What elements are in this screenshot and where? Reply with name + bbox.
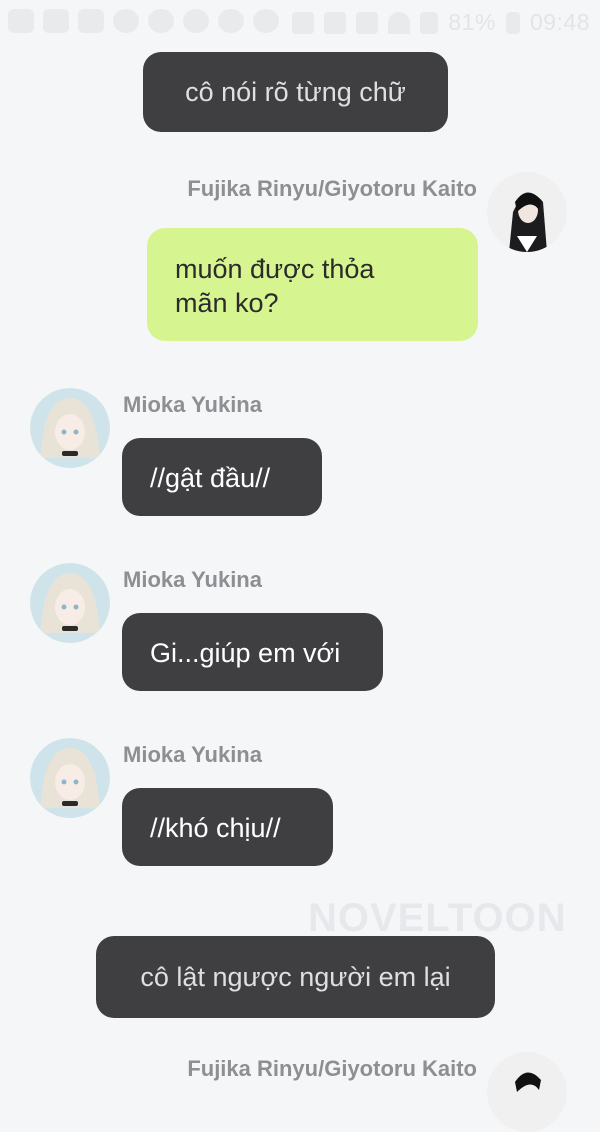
mute-icon bbox=[324, 11, 347, 34]
incoming-bubble: //gật đầu// bbox=[122, 438, 322, 516]
avatar[interactable] bbox=[487, 1052, 567, 1132]
message-text: cô nói rõ từng chữ bbox=[185, 77, 406, 107]
alarm-icon bbox=[356, 11, 379, 34]
sender-name: Fujika Rinyu/Giyotoru Kaito bbox=[187, 1056, 477, 1081]
avatar[interactable] bbox=[30, 563, 110, 643]
lock-icon bbox=[292, 11, 315, 34]
calendar-icon bbox=[43, 9, 69, 33]
app-icon bbox=[253, 9, 279, 33]
avatar[interactable] bbox=[30, 738, 110, 818]
avatar-image bbox=[30, 738, 110, 818]
status-bar: 81% 09:48 bbox=[0, 0, 600, 44]
narration-bubble: cô nói rõ từng chữ bbox=[143, 52, 448, 132]
clock: 09:48 bbox=[529, 9, 590, 35]
notification-icons bbox=[8, 9, 279, 33]
incoming-bubble: //khó chịu// bbox=[122, 788, 333, 866]
avatar[interactable] bbox=[30, 388, 110, 468]
message-text: cô lật ngược người em lại bbox=[140, 962, 451, 992]
outgoing-bubble: muốn được thỏa mãn ko? bbox=[147, 228, 478, 341]
sender-name: Fujika Rinyu/Giyotoru Kaito bbox=[187, 176, 477, 201]
wifi-icon bbox=[388, 11, 411, 34]
incoming-bubble: Gi...giúp em với bbox=[122, 613, 383, 691]
sender-name: Mioka Yukina bbox=[123, 392, 262, 417]
chat-icon bbox=[78, 9, 104, 33]
message-text: Gi...giúp em với bbox=[150, 638, 341, 668]
watermark: NOVELTOON bbox=[308, 896, 567, 940]
battery-icon bbox=[505, 11, 520, 34]
message-text: muốn được thỏa mãn ko? bbox=[175, 254, 375, 318]
avatar-image bbox=[487, 1052, 567, 1132]
sender-name: Mioka Yukina bbox=[123, 567, 262, 592]
message-icon bbox=[8, 9, 34, 33]
avatar-image bbox=[487, 172, 567, 252]
narration-bubble: cô lật ngược người em lại bbox=[96, 936, 495, 1018]
avatar-image bbox=[30, 563, 110, 643]
signal-icon bbox=[420, 11, 439, 34]
system-indicators: 81% 09:48 bbox=[292, 9, 590, 36]
avatar-image bbox=[30, 388, 110, 468]
message-text: //gật đầu// bbox=[150, 463, 271, 493]
avatar[interactable] bbox=[487, 172, 567, 252]
pinterest-icon bbox=[113, 9, 139, 33]
app-icon bbox=[148, 9, 174, 33]
sender-name: Mioka Yukina bbox=[123, 742, 262, 767]
app-icon bbox=[218, 9, 244, 33]
app-icon bbox=[183, 9, 209, 33]
message-text: //khó chịu// bbox=[150, 813, 281, 843]
battery-percent: 81% bbox=[448, 9, 496, 35]
